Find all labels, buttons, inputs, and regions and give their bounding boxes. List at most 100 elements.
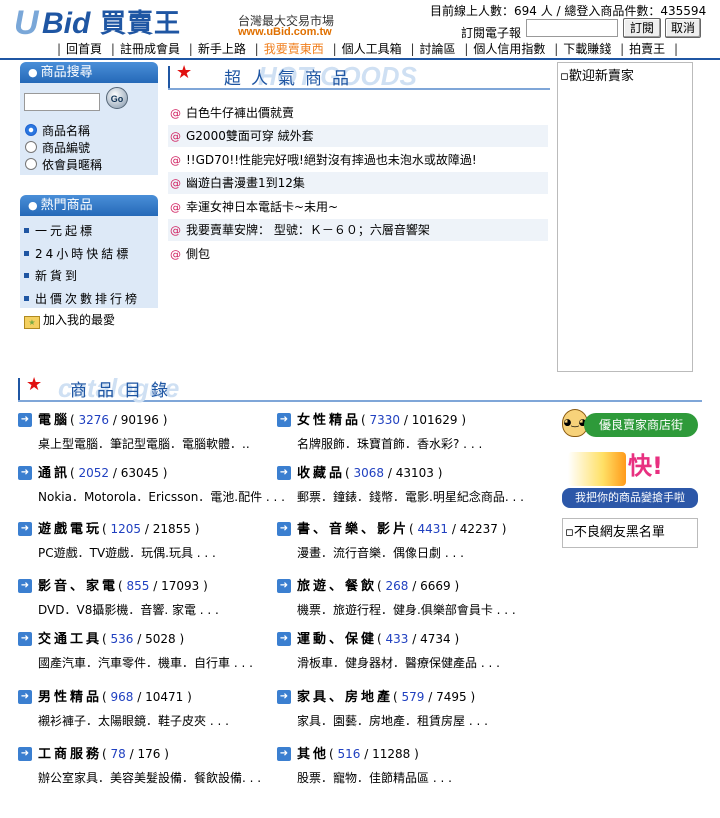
hot-item-label: 出價次數排行榜 [35, 292, 141, 306]
category-label: 旅遊、餐飲 [297, 579, 378, 594]
popular-item[interactable]: @ 側包 [168, 243, 548, 265]
hot-item-one-dollar[interactable]: 一元起標 [24, 222, 95, 239]
ubid-logo[interactable]: U Bid 買賣王 [14, 6, 230, 40]
category-name[interactable]: 通訊( 2052 / 63045 ) [38, 465, 167, 482]
popular-item[interactable]: @ 幽遊白書漫畫1到12集 [168, 172, 548, 194]
radio-product-id[interactable]: 商品編號 [25, 139, 90, 156]
new-count: 516 [337, 747, 361, 761]
total-count: 42237 [459, 522, 498, 536]
category-name[interactable]: 影音、家電( 855 / 17093 ) [38, 578, 208, 595]
at-bullet-icon: @ [170, 224, 181, 237]
hot-item-bid-ranking[interactable]: 出價次數排行榜 [24, 290, 140, 307]
hot-item-ending-soon[interactable]: 24小時快結標 [24, 245, 131, 262]
category-name[interactable]: 遊戲電玩( 1205 / 21855 ) [38, 521, 199, 538]
arrow-right-icon: ➜ [18, 579, 32, 593]
popular-item[interactable]: @ 幸運女神日本電話卡~未用~ [168, 196, 548, 218]
category-subcategories[interactable]: 襯衫褲子．太陽眼鏡．鞋子皮夾 . . . [38, 712, 229, 729]
category-count: ( 516 / 11288 ) [329, 747, 419, 761]
category-label: 書、音樂、影片 [297, 522, 410, 537]
new-count: 855 [126, 579, 150, 593]
popular-item[interactable]: @ 白色牛仔褲出價就賣 [168, 102, 548, 124]
nav-home[interactable]: 回首頁 [66, 42, 102, 56]
subscribe-email-input[interactable] [526, 19, 618, 37]
category-name[interactable]: 其他( 516 / 11288 ) [297, 746, 419, 763]
category-label: 其他 [297, 747, 330, 762]
popular-item[interactable]: @ 我要賣華安牌： 型號：Ｋ－６０；六層音響架 [168, 219, 548, 241]
arrow-right-icon: ➜ [277, 632, 291, 646]
total-count: 5028 [145, 632, 176, 646]
category-name[interactable]: 書、音樂、影片( 4431 / 42237 ) [297, 521, 506, 538]
radio-checked-icon [25, 124, 37, 136]
popular-section-title: ★ HOT GOODS 超人氣商品 [168, 62, 550, 94]
category-subcategories[interactable]: 辦公室家具．美容美髮設備．餐飲設備. . . [38, 769, 261, 786]
category-subcategories[interactable]: 名牌服飾．珠寶首飾．香水彩? . . . [297, 435, 482, 452]
quick-text: 快! [628, 452, 663, 480]
popular-item[interactable]: @ !!GD70!!性能完好哦!絕對沒有摔過也未泡水或故障過! [168, 149, 548, 171]
category-label: 交通工具 [38, 632, 103, 647]
radio-label: 商品名稱 [42, 124, 91, 138]
add-favorite-link[interactable]: ★ 加入我的最愛 [24, 311, 115, 329]
blacklist-image[interactable]: ▫不良網友黑名單 [562, 518, 698, 548]
nav-forum[interactable]: 討論區 [420, 42, 456, 56]
category-subcategories[interactable]: 滑板車．健身器材．醫療保健產品 . . . [297, 654, 500, 671]
nav-toolbox[interactable]: 個人工具箱 [342, 42, 402, 56]
nav-credit-index[interactable]: 個人信用指數 [473, 42, 545, 56]
online-stats: 目前線上人數：694 人 / 總登入商品件數：435594 [430, 4, 707, 18]
site-url: www.uBid.com.tw [238, 26, 332, 38]
arrow-right-icon: ➜ [277, 579, 291, 593]
nav-download[interactable]: 下載賺錢 [563, 42, 611, 56]
total-count: 101629 [411, 413, 458, 427]
hot-item-new-arrivals[interactable]: 新貨到 [24, 267, 80, 284]
subscribe-button[interactable]: 訂閱 [623, 18, 661, 38]
nav-sell[interactable]: 我要賣東西 [264, 42, 324, 56]
category-name[interactable]: 收藏品( 3068 / 43103 ) [297, 465, 442, 482]
cancel-subscribe-button[interactable]: 取消 [665, 18, 701, 38]
category-subcategories[interactable]: PC遊戲．TV遊戲．玩偶.玩具 . . . [38, 544, 216, 561]
welcome-new-seller-image[interactable]: ▫歡迎新賣家 [557, 62, 693, 372]
category-count: ( 4431 / 42237 ) [409, 522, 507, 536]
arrow-right-icon: ➜ [18, 690, 32, 704]
total-count: 21855 [152, 522, 191, 536]
category-count: ( 536 / 5028 ) [102, 632, 185, 646]
popular-item-label: 幸運女神日本電話卡~未用~ [186, 200, 339, 214]
broken-image-icon: ▫ [560, 69, 569, 84]
catalog-title: 商品目錄 [70, 381, 178, 401]
popular-item-label: 幽遊白書漫畫1到12集 [186, 176, 305, 190]
quick-caption: 我把你的商品變搶手啦 [562, 488, 698, 508]
category-name[interactable]: 交通工具( 536 / 5028 ) [38, 631, 184, 648]
square-bullet-icon [24, 273, 29, 278]
category-subcategories[interactable]: Nokia．Motorola．Ericsson．電池.配件 . . . [38, 488, 285, 505]
category-subcategories[interactable]: 漫畫．流行音樂．偶像日劇 . . . [297, 544, 464, 561]
category-name[interactable]: 旅遊、餐飲( 268 / 6669 ) [297, 578, 459, 595]
popular-title: 超人氣商品 [224, 69, 359, 89]
category-count: ( 3276 / 90196 ) [70, 413, 168, 427]
category-name[interactable]: 男性精品( 968 / 10471 ) [38, 689, 192, 706]
radio-product-name[interactable]: 商品名稱 [25, 122, 90, 139]
search-input[interactable] [24, 93, 100, 111]
category-subcategories[interactable]: 股票．寵物．佳節精品區 . . . [297, 769, 452, 786]
popular-item-label: 我要賣華安牌： 型號：Ｋ－６０；六層音響架 [186, 223, 430, 237]
nav-register[interactable]: 註冊成會員 [120, 42, 180, 56]
category-subcategories[interactable]: 家具．園藝．房地產．租賃房屋 . . . [297, 712, 488, 729]
bullet-icon: ● [28, 199, 38, 212]
category-subcategories[interactable]: 機票．旅遊行程．健身.俱樂部會員卡 . . . [297, 601, 516, 618]
search-go-button[interactable]: Go [106, 87, 128, 109]
popular-item[interactable]: @ G2000雙面可穿 絨外套 [168, 125, 548, 147]
nav-newbie[interactable]: 新手上路 [198, 42, 246, 56]
category-subcategories[interactable]: 郵票．鐘錶．錢幣．電影.明星紀念商品. . . [297, 488, 524, 505]
category-subcategories[interactable]: DVD．V8攝影機．音響. 家電 . . . [38, 601, 219, 618]
category-name[interactable]: 電腦( 3276 / 90196 ) [38, 412, 167, 429]
category-label: 收藏品 [297, 466, 346, 481]
category-name[interactable]: 女性精品( 7330 / 101629 ) [297, 412, 466, 429]
category-name[interactable]: 家具、房地產( 579 / 7495 ) [297, 689, 475, 706]
radio-member-nickname[interactable]: 依會員暱稱 [25, 156, 102, 173]
category-subcategories[interactable]: 國產汽車．汽車零件．機車．自行車 . . . [38, 654, 253, 671]
nav-auction-king[interactable]: 拍賣王 [629, 42, 665, 56]
category-name[interactable]: 運動、保健( 433 / 4734 ) [297, 631, 459, 648]
category-subcategories[interactable]: 桌上型電腦．筆記型電腦．電腦軟體．.. [38, 435, 250, 452]
arrow-right-icon: ➜ [277, 747, 291, 761]
quick-sell-banner[interactable]: 快! 我把你的商品變搶手啦 [562, 448, 698, 510]
good-seller-banner[interactable]: ◕‿◕ 優良賣家商店街 [562, 409, 698, 439]
hot-item-label: 一元起標 [35, 224, 96, 238]
category-name[interactable]: 工商服務( 78 / 176 ) [38, 746, 169, 763]
